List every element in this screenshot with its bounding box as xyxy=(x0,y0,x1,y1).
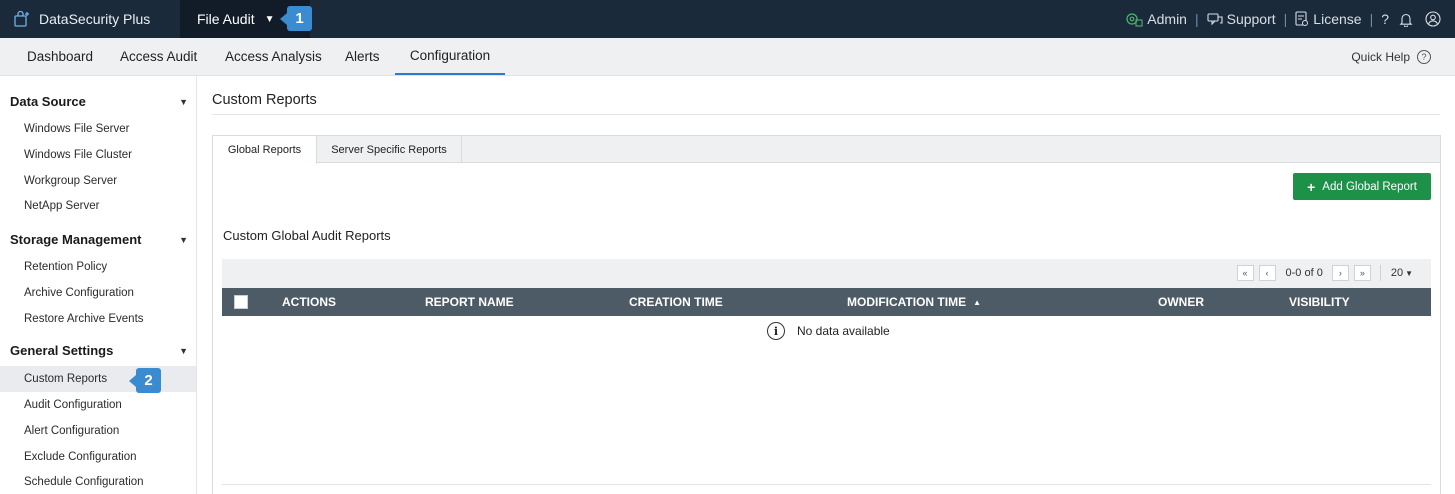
user-avatar-icon[interactable] xyxy=(1425,11,1445,27)
product-name: File Audit xyxy=(197,11,255,27)
help-circle-icon: ? xyxy=(1417,50,1431,64)
last-page-icon[interactable]: » xyxy=(1353,265,1371,281)
sidebar: Data Source ▼ Windows File Server Window… xyxy=(0,76,197,494)
tab-dashboard[interactable]: Dashboard xyxy=(27,38,93,75)
empty-state-message: No data available xyxy=(797,324,890,338)
sidebar-item-custom-reports[interactable]: Custom Reports xyxy=(0,366,196,392)
admin-link[interactable]: Admin xyxy=(1125,11,1187,27)
help-button[interactable]: ? xyxy=(1381,11,1389,27)
license-link[interactable]: License xyxy=(1295,11,1362,27)
column-visibility[interactable]: VISIBILITY xyxy=(1289,288,1350,316)
sidebar-item-windows-file-cluster[interactable]: Windows File Cluster xyxy=(0,142,196,168)
sidebar-item-netapp-server[interactable]: NetApp Server xyxy=(0,193,196,219)
sidebar-section-data-source[interactable]: Data Source ▼ xyxy=(10,94,188,109)
tab-server-specific-reports[interactable]: Server Specific Reports xyxy=(317,136,462,163)
sidebar-item-schedule-configuration[interactable]: Schedule Configuration xyxy=(0,469,196,494)
column-modification-time[interactable]: MODIFICATION TIME ▲ xyxy=(847,288,981,316)
column-report-name[interactable]: REPORT NAME xyxy=(425,288,514,316)
step-badge-1: 1 xyxy=(280,6,312,31)
prev-page-icon[interactable]: ‹ xyxy=(1258,265,1276,281)
chat-icon xyxy=(1207,13,1223,26)
sidebar-item-workgroup-server[interactable]: Workgroup Server xyxy=(0,168,196,194)
admin-icon xyxy=(1126,13,1143,27)
title-divider xyxy=(212,114,1440,115)
column-modification-time-label: MODIFICATION TIME xyxy=(847,295,967,309)
page-size-select[interactable]: 20 ▼ xyxy=(1391,267,1413,279)
datasecurity-logo-icon xyxy=(14,10,30,27)
sidebar-section-title: General Settings xyxy=(10,343,114,358)
divider: | xyxy=(1194,11,1199,27)
bell-icon[interactable] xyxy=(1399,12,1417,27)
step-badge-2: 2 xyxy=(129,368,161,393)
tab-access-audit[interactable]: Access Audit xyxy=(120,38,197,75)
sidebar-item-archive-configuration[interactable]: Archive Configuration xyxy=(0,280,196,306)
sidebar-item-alert-configuration[interactable]: Alert Configuration xyxy=(0,418,196,444)
tab-alerts[interactable]: Alerts xyxy=(345,38,380,75)
divider: | xyxy=(1369,11,1374,27)
tab-configuration[interactable]: Configuration xyxy=(395,38,505,75)
pagination-bar: « ‹ 0-0 of 0 › » 20 ▼ xyxy=(222,259,1431,288)
chevron-down-icon: ▼ xyxy=(179,234,188,245)
pagination: « ‹ 0-0 of 0 › » 20 ▼ xyxy=(1236,265,1413,281)
divider: | xyxy=(1283,11,1288,27)
page-title: Custom Reports xyxy=(212,92,317,108)
quick-help-link[interactable]: Quick Help ? xyxy=(1351,38,1431,76)
main-nav: Dashboard Access Audit Access Analysis A… xyxy=(0,38,1455,76)
brand[interactable]: DataSecurity Plus xyxy=(0,0,180,38)
first-page-icon[interactable]: « xyxy=(1236,265,1254,281)
top-bar: DataSecurity Plus File Audit ▼ 1 Admin |… xyxy=(0,0,1455,38)
add-global-report-label: Add Global Report xyxy=(1322,180,1417,193)
chevron-down-icon: ▼ xyxy=(1405,268,1413,278)
license-icon xyxy=(1295,11,1309,26)
page-range: 0-0 of 0 xyxy=(1285,267,1323,279)
sidebar-item-retention-policy[interactable]: Retention Policy xyxy=(0,254,196,280)
table-bottom-divider xyxy=(222,484,1431,485)
license-label: License xyxy=(1313,11,1362,27)
chevron-down-icon: ▼ xyxy=(179,96,188,107)
quick-help-label: Quick Help xyxy=(1351,50,1410,64)
brand-name: DataSecurity Plus xyxy=(39,11,151,27)
sidebar-item-audit-configuration[interactable]: Audit Configuration xyxy=(0,392,196,418)
reports-panel: Global Reports Server Specific Reports +… xyxy=(212,135,1441,494)
page-size-value: 20 xyxy=(1390,267,1404,279)
support-link[interactable]: Support xyxy=(1207,11,1276,27)
section-title: Custom Global Audit Reports xyxy=(223,228,391,243)
sidebar-item-exclude-configuration[interactable]: Exclude Configuration xyxy=(0,444,196,470)
column-creation-time[interactable]: CREATION TIME xyxy=(629,288,723,316)
support-label: Support xyxy=(1226,11,1276,27)
column-owner[interactable]: OWNER xyxy=(1158,288,1204,316)
sort-ascending-icon: ▲ xyxy=(973,297,982,307)
admin-label: Admin xyxy=(1147,11,1187,27)
table-header: ACTIONS REPORT NAME CREATION TIME MODIFI… xyxy=(222,288,1431,316)
info-icon: i xyxy=(767,322,785,340)
tab-access-analysis[interactable]: Access Analysis xyxy=(225,38,322,75)
sidebar-section-general-settings[interactable]: General Settings ▼ xyxy=(10,343,188,358)
tab-global-reports[interactable]: Global Reports xyxy=(213,136,317,164)
next-page-icon[interactable]: › xyxy=(1331,265,1349,281)
divider xyxy=(1379,265,1381,281)
sidebar-section-title: Storage Management xyxy=(10,232,142,247)
plus-icon: + xyxy=(1307,178,1316,195)
sidebar-section-storage-management[interactable]: Storage Management ▼ xyxy=(10,232,188,247)
add-global-report-button[interactable]: + Add Global Report xyxy=(1293,173,1431,200)
chevron-down-icon: ▼ xyxy=(264,13,275,25)
chevron-down-icon: ▼ xyxy=(179,345,188,356)
top-right-menu: Admin | Support | License | ? xyxy=(1125,0,1445,38)
sidebar-section-title: Data Source xyxy=(10,94,86,109)
report-tabs: Global Reports Server Specific Reports xyxy=(213,136,1440,164)
sidebar-item-restore-archive-events[interactable]: Restore Archive Events xyxy=(0,306,196,332)
select-all-checkbox[interactable] xyxy=(234,295,248,309)
column-actions: ACTIONS xyxy=(282,295,336,309)
sidebar-item-windows-file-server[interactable]: Windows File Server xyxy=(0,116,196,142)
empty-state: i No data available xyxy=(767,322,890,340)
